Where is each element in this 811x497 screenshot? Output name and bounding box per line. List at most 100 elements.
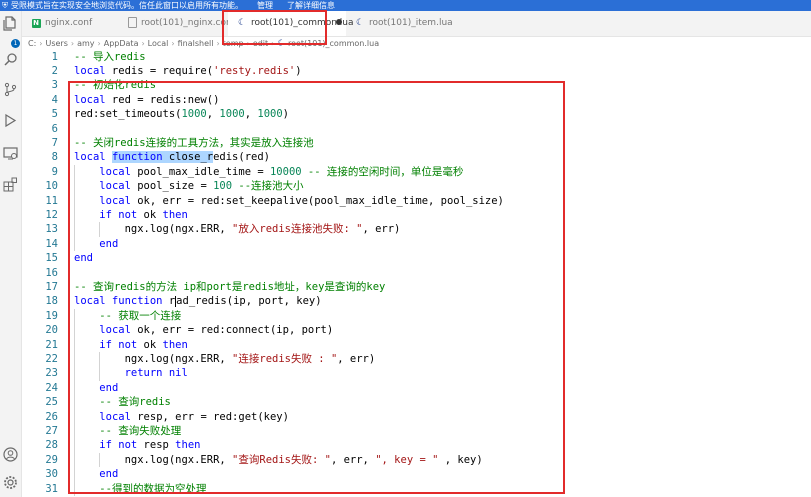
code-text: local pool_max_idle_time = 10000 -- 连接的空… — [99, 165, 464, 178]
code-editor[interactable]: 1 -- 导入redis 2 local redis = require('resty… — [22, 49, 811, 497]
remote-explorer-icon[interactable] — [2, 145, 19, 162]
run-debug-icon[interactable] — [2, 112, 19, 129]
code-text: red:set_timeouts(1000, 1000, 1000) — [74, 108, 289, 121]
line-number: 2 — [51, 64, 58, 77]
line-number: 8 — [51, 151, 58, 164]
code-text: local ok, err = red:set_keepalive(pool_m… — [99, 194, 504, 207]
shield-icon: ⛨ — [2, 1, 8, 10]
line-number: 10 — [45, 180, 58, 193]
code-text: local redis = require('resty.redis') — [74, 64, 302, 77]
line-number: 23 — [45, 367, 58, 380]
code-text: local pool_size = 100 --连接池大小 — [99, 180, 304, 193]
line-number: 17 — [45, 280, 58, 293]
extensions-icon[interactable] — [2, 176, 19, 193]
lua-icon: ☾ — [237, 18, 247, 28]
tab-root101-nginx-conf[interactable]: root(101)_nginx.conf — [118, 11, 235, 36]
line-number: 15 — [45, 252, 58, 265]
line-number: 13 — [45, 223, 58, 236]
code-text: local red = redis:new() — [74, 93, 220, 106]
code-text: end — [99, 237, 119, 250]
breadcrumb-item[interactable]: C: — [28, 39, 36, 48]
source-control-icon[interactable] — [2, 81, 19, 98]
code-text: local function close_redis(red) — [74, 151, 270, 164]
tab-label: nginx.conf — [45, 18, 93, 28]
code-text: -- 导入redis — [74, 50, 146, 63]
line-number: 19 — [45, 309, 58, 322]
breadcrumb-item[interactable]: root(101)_common.lua — [288, 39, 379, 48]
code-text: -- 查询redis — [99, 396, 171, 409]
files-badge: 1 — [11, 39, 20, 48]
line-number: 3 — [51, 79, 58, 92]
breadcrumb-item[interactable]: temp — [223, 39, 244, 48]
code-text: -- 查询失败处理 — [99, 424, 182, 437]
code-text: -- 关闭redis连接的工具方法，其实是放入连接池 — [74, 136, 314, 149]
line-number: 9 — [51, 165, 58, 178]
line-number: 27 — [45, 424, 58, 437]
breadcrumb-item[interactable]: AppData — [104, 39, 139, 48]
indent-guide — [99, 351, 101, 381]
code-text: ngx.log(ngx.ERR, "放入redis连接池失败: ", err) — [74, 223, 401, 236]
banner-message: 受限模式旨在实现安全地浏览代码。信任此窗口以启用所有功能。 — [11, 1, 243, 10]
editor-tab-strip: Nnginx.conf root(101)_nginx.conf ☾ root(1… — [22, 11, 811, 37]
line-number: 18 — [45, 295, 58, 308]
line-number: 6 — [51, 122, 58, 135]
code-text: local function rad_redis(ip, port, key) — [74, 295, 322, 308]
activity-bar: 1 — [0, 11, 22, 497]
lua-icon: ☾ — [277, 39, 286, 49]
line-number: 21 — [45, 338, 58, 351]
line-number: 24 — [45, 381, 58, 394]
line-number: 20 — [45, 324, 58, 337]
code-text: if not ok then — [99, 338, 188, 351]
line-number: 1 — [51, 50, 58, 63]
line-number: 11 — [45, 194, 58, 207]
search-icon[interactable] — [2, 51, 19, 68]
line-number: 5 — [51, 108, 58, 121]
indent-guide — [99, 222, 101, 237]
breadcrumb-item[interactable]: Local — [148, 39, 169, 48]
code-text: end — [99, 381, 119, 394]
line-number: 25 — [45, 396, 58, 409]
banner-learn-more-link[interactable]: 了解详细信息 — [287, 1, 335, 10]
line-number: 12 — [45, 208, 58, 221]
code-text: local ok, err = red:connect(ip, port) — [99, 324, 334, 337]
line-number: 28 — [45, 439, 58, 452]
account-icon[interactable] — [2, 446, 19, 463]
tab-label: root(101)_nginx.conf — [141, 18, 235, 28]
file-icon — [127, 17, 137, 28]
indent-guide — [74, 308, 75, 496]
code-text: return nil — [124, 367, 188, 380]
line-number: 26 — [45, 410, 58, 423]
breadcrumb-item[interactable]: edit — [253, 39, 268, 48]
nginx-icon: N — [31, 19, 41, 28]
code-text: end — [99, 468, 119, 481]
code-text: ngx.log(ngx.ERR, "连接redis失败 : ", err) — [74, 352, 376, 365]
code-text: if not resp then — [99, 439, 201, 452]
settings-gear-icon[interactable] — [2, 474, 19, 491]
line-number: 4 — [51, 93, 58, 106]
breadcrumb-item[interactable]: finalshell — [178, 39, 214, 48]
breadcrumb-item[interactable]: Users — [45, 39, 67, 48]
lua-icon: ☾ — [355, 18, 365, 28]
files-icon[interactable] — [2, 15, 19, 32]
line-number: 30 — [45, 468, 58, 481]
banner-manage-link[interactable]: 管理 — [257, 1, 273, 10]
tab-root101-common-lua[interactable]: ☾ root(101)_common.lua — [228, 11, 354, 36]
code-text: local resp, err = red:get(key) — [99, 410, 289, 423]
tab-root101-item-lua[interactable]: ☾ root(101)_item.lua — [346, 11, 454, 36]
code-text: -- 初始化redis — [74, 79, 157, 92]
line-number: 16 — [45, 266, 58, 279]
code-text: if not ok then — [99, 208, 188, 221]
indent-guide — [99, 452, 101, 468]
line-number: 29 — [45, 453, 58, 466]
line-number: 14 — [45, 237, 58, 250]
tab-nginx-conf[interactable]: Nnginx.conf — [22, 11, 118, 36]
indent-guide — [74, 164, 75, 252]
code-text: ngx.log(ngx.ERR, "查询Redis失败: ", err, ", … — [74, 453, 483, 466]
unsaved-dot-icon[interactable] — [336, 19, 342, 25]
code-text: --得到的数据为空处理 — [99, 482, 207, 495]
line-number: 7 — [51, 136, 58, 149]
code-text: end — [74, 252, 93, 265]
breadcrumb-item[interactable]: amy — [77, 39, 94, 48]
line-number: 22 — [45, 352, 58, 365]
tab-label: root(101)_item.lua — [369, 18, 453, 28]
